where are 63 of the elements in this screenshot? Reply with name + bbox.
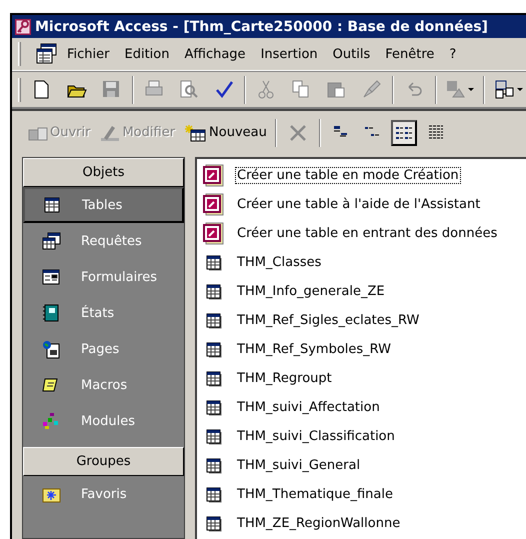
list-item[interactable]: THM_ZE_RegionWallonne	[235, 515, 402, 532]
module-icon	[42, 412, 61, 430]
save-icon	[100, 79, 122, 100]
table-icon	[206, 370, 222, 386]
menu-item[interactable]: Fichier	[67, 46, 110, 62]
shortcut-icon	[203, 192, 225, 216]
group-header[interactable]: Objets	[23, 158, 184, 187]
form-icon	[42, 268, 61, 286]
table-icon	[206, 400, 222, 416]
menu-item[interactable]: Affichage	[184, 46, 246, 62]
list-item[interactable]: Créer une table à l'aide de l'Assistant	[235, 196, 482, 213]
new-table-icon	[185, 124, 208, 142]
shortcut-icon	[203, 222, 225, 246]
list-item[interactable]: THM_Info_generale_ZE	[235, 283, 387, 300]
table-icon	[206, 486, 222, 502]
menu-item[interactable]: Edition	[124, 46, 170, 62]
menu-item[interactable]: ?	[449, 46, 456, 62]
list-item[interactable]: THM_Thematique_finale	[235, 486, 395, 503]
shortcut-icon	[203, 164, 225, 188]
analyze-icon	[445, 79, 476, 100]
spelling-icon	[213, 79, 234, 100]
table-icon	[43, 196, 62, 214]
object-type-item[interactable]: Modules	[23, 403, 184, 439]
object-type-item[interactable]: Pages	[23, 331, 184, 367]
details-view-icon	[426, 124, 445, 142]
object-type-item[interactable]: Favoris	[23, 476, 184, 512]
view-button[interactable]	[390, 120, 417, 146]
object-type-item[interactable]: États	[23, 295, 184, 331]
table-icon	[206, 284, 222, 300]
query-icon	[42, 232, 61, 250]
delete-icon	[288, 124, 307, 142]
menu-item[interactable]: Outils	[332, 46, 370, 62]
page-icon	[42, 340, 61, 358]
object-type-item[interactable]: Requêtes	[23, 223, 184, 259]
table-icon	[206, 312, 222, 328]
database-window-icon[interactable]	[36, 43, 58, 65]
table-icon	[206, 342, 222, 358]
menu-item[interactable]: Fenêtre	[385, 46, 434, 62]
table-icon	[206, 458, 222, 474]
table-icon	[206, 254, 222, 270]
print-preview-icon	[178, 79, 200, 100]
list-item[interactable]: THM_Regroupt	[235, 370, 334, 387]
list-item[interactable]: Créer une table en mode Création	[235, 167, 461, 184]
window-title: Microsoft Access - [Thm_Carte250000 : Base de données]	[35, 18, 488, 34]
list-item[interactable]: THM_suivi_Affectation	[235, 399, 382, 416]
brush-icon	[360, 79, 382, 100]
table-icon	[206, 516, 222, 532]
list-item[interactable]: THM_Ref_Sigles_eclates_RW	[235, 312, 422, 329]
new-button[interactable]: Nouveau	[183, 118, 269, 146]
object-type-item[interactable]: Formulaires	[23, 259, 184, 295]
key-icon	[15, 18, 31, 34]
menu-item[interactable]: Insertion	[260, 46, 318, 62]
object-type-item[interactable]: Macros	[23, 367, 184, 403]
list-item[interactable]: Créer une table en entrant des données	[235, 225, 500, 242]
group-header[interactable]: Groupes	[23, 447, 184, 476]
table-icon	[206, 428, 222, 444]
list-item[interactable]: THM_Ref_Symboles_RW	[235, 341, 394, 358]
list-item[interactable]: THM_suivi_General	[235, 457, 362, 474]
report-icon	[42, 304, 61, 322]
list-item[interactable]: THM_Classes	[235, 254, 324, 271]
design-icon	[100, 124, 120, 142]
list-item[interactable]: THM_suivi_Classification	[235, 428, 397, 445]
object-type-item[interactable]: Tables	[23, 187, 184, 223]
